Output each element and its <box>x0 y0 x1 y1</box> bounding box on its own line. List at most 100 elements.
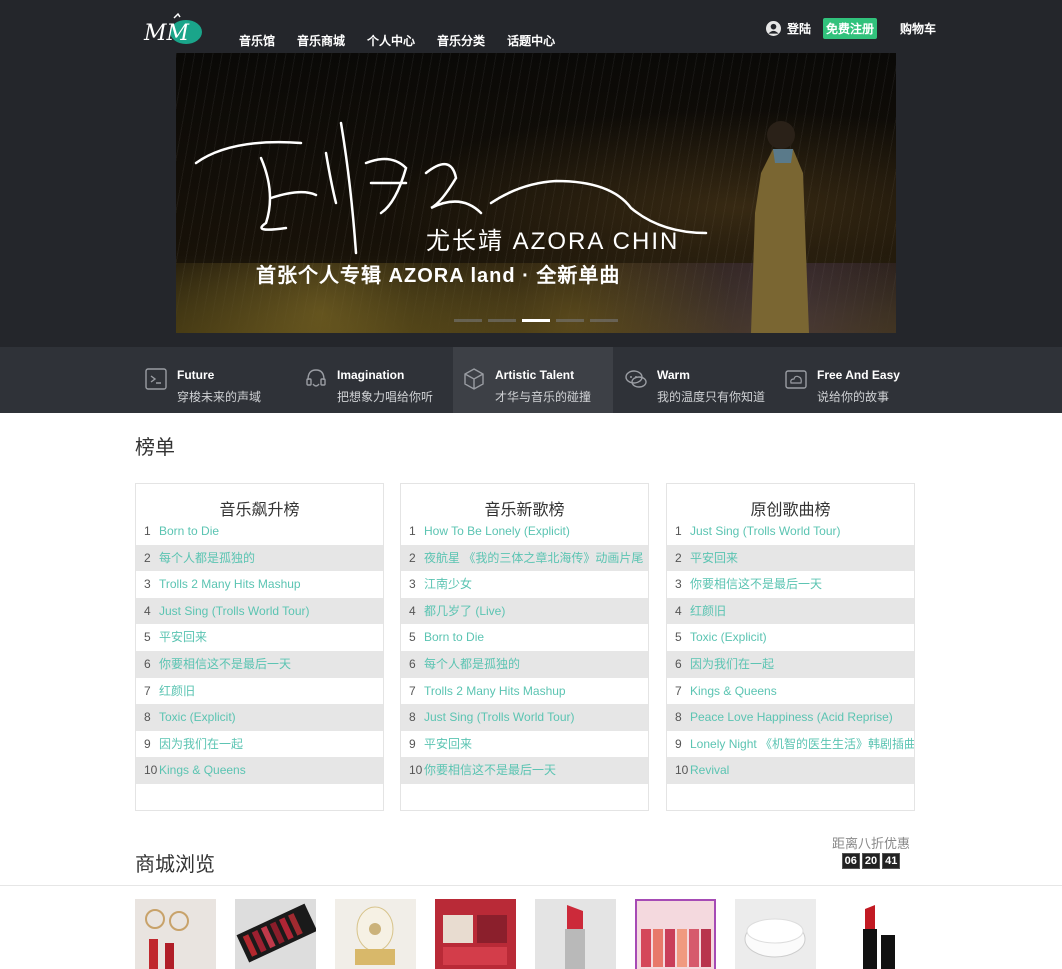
banner-carousel[interactable]: 尤长靖 AZORA CHIN 首张个人专辑 AZORA land · 全新单曲 <box>176 53 896 333</box>
rank-list-item[interactable]: 8 Toxic (Explicit) <box>136 704 383 731</box>
product-thumb-lipstick-set[interactable] <box>235 899 316 969</box>
feature-free-and-easy[interactable]: Free And Easy 说给你的故事 <box>775 347 935 413</box>
feature-future[interactable]: Future 穿梭未来的声域 <box>135 347 295 413</box>
song-link[interactable]: Just Sing (Trolls World Tour) <box>424 704 575 731</box>
rank-list-item[interactable]: 8 Peace Love Happiness (Acid Reprise) <box>667 704 914 731</box>
song-link[interactable]: 每个人都是孤独的 <box>424 651 520 678</box>
rank-list-item[interactable]: 6 因为我们在一起 <box>667 650 914 678</box>
song-link[interactable]: 江南少女 <box>424 571 472 598</box>
rank-list-item[interactable]: 3 你要相信这不是最后一天 <box>667 571 914 598</box>
song-link[interactable]: 平安回来 <box>424 731 472 758</box>
rank-list-item[interactable]: 9 因为我们在一起 <box>136 731 383 758</box>
rank-list-item[interactable]: 3 Trolls 2 Many Hits Mashup <box>136 571 383 598</box>
product-thumb-colourpop[interactable] <box>635 899 716 969</box>
feature-imagination[interactable]: Imagination 把想象力唱给你听 <box>295 347 455 413</box>
rank-list-item[interactable]: 5 Born to Die <box>401 624 648 651</box>
site-logo[interactable]: MM <box>142 12 204 48</box>
rank-list-item[interactable]: 6 每个人都是孤独的 <box>401 650 648 678</box>
rank-list-item[interactable]: 5 平安回来 <box>136 624 383 651</box>
register-button[interactable]: 免费注册 <box>823 18 878 39</box>
rank-list-item[interactable]: 10 Kings & Queens <box>136 757 383 784</box>
song-link[interactable]: 因为我们在一起 <box>690 651 774 678</box>
song-link[interactable]: Born to Die <box>159 518 219 545</box>
cube-icon <box>464 368 484 390</box>
product-thumb-white-compact[interactable] <box>735 899 816 969</box>
song-link[interactable]: Just Sing (Trolls World Tour) <box>159 598 310 625</box>
rank-list-item[interactable]: 2 夜航星 《我的三体之章北海传》动画片尾 <box>401 544 648 572</box>
rank-number: 10 <box>675 763 689 778</box>
song-link[interactable]: 平安回来 <box>690 545 738 572</box>
rank-list-item[interactable]: 9 平安回来 <box>401 731 648 758</box>
song-link[interactable]: 因为我们在一起 <box>159 731 243 758</box>
rank-number: 6 <box>675 656 682 671</box>
product-thumb-lipstick-glasses[interactable] <box>135 899 216 969</box>
song-link[interactable]: 你要相信这不是最后一天 <box>159 651 291 678</box>
song-link[interactable]: 夜航星 《我的三体之章北海传》动画片尾 <box>424 545 643 572</box>
carousel-dot[interactable] <box>556 319 584 322</box>
nav-item-music-category[interactable]: 音乐分类 <box>437 32 485 49</box>
rank-list-item[interactable]: 3 江南少女 <box>401 571 648 598</box>
song-link[interactable]: Peace Love Happiness (Acid Reprise) <box>690 704 893 731</box>
rank-list-item[interactable]: 4 都几岁了 (Live) <box>401 597 648 625</box>
carousel-dot[interactable] <box>454 319 482 322</box>
nav-item-topic-center[interactable]: 话题中心 <box>507 32 555 49</box>
rank-list-item[interactable]: 2 平安回来 <box>667 544 914 572</box>
feature-artistic-talent[interactable]: Artistic Talent 才华与音乐的碰撞 <box>453 347 613 413</box>
product-thumb-music-box[interactable] <box>335 899 416 969</box>
song-link[interactable]: Trolls 2 Many Hits Mashup <box>424 678 566 705</box>
song-link[interactable]: Kings & Queens <box>159 757 246 784</box>
rank-list-item[interactable]: 10 Revival <box>667 757 914 784</box>
song-link[interactable]: 都几岁了 (Live) <box>424 598 505 625</box>
song-link[interactable]: 红颜旧 <box>159 678 195 705</box>
product-thumb-tom-ford[interactable] <box>835 899 916 969</box>
countdown-hours: 06 <box>841 853 860 869</box>
song-link[interactable]: Toxic (Explicit) <box>690 624 767 651</box>
user-avatar-icon[interactable] <box>766 21 781 36</box>
song-link[interactable]: 每个人都是孤独的 <box>159 545 255 572</box>
song-link[interactable]: How To Be Lonely (Explicit) <box>424 518 570 545</box>
feature-subtitle: 才华与音乐的碰撞 <box>495 390 592 404</box>
feature-warm[interactable]: Warm 我的温度只有你知道 <box>615 347 775 413</box>
song-link[interactable]: 平安回来 <box>159 624 207 651</box>
rank-list-item[interactable]: 1 Born to Die <box>136 518 383 545</box>
rank-list-item[interactable]: 2 每个人都是孤独的 <box>136 544 383 572</box>
rank-list-item[interactable]: 5 Toxic (Explicit) <box>667 624 914 651</box>
song-link[interactable]: 红颜旧 <box>690 598 726 625</box>
song-link[interactable]: Kings & Queens <box>690 678 777 705</box>
cart-link[interactable]: 购物车 <box>900 20 936 37</box>
song-link[interactable]: Lonely Night 《机智的医生生活》韩剧插曲 <box>690 731 914 758</box>
rank-list-item[interactable]: 1 How To Be Lonely (Explicit) <box>401 518 648 545</box>
song-link[interactable]: Born to Die <box>424 624 484 651</box>
rank-list-item[interactable]: 7 Kings & Queens <box>667 678 914 705</box>
shop-section-title: 商城浏览 <box>135 854 215 876</box>
login-link[interactable]: 登陆 <box>787 20 811 37</box>
carousel-dot[interactable] <box>590 319 618 322</box>
rank-number: 7 <box>144 683 151 698</box>
song-link[interactable]: Revival <box>690 757 729 784</box>
product-thumb-lipstick-ad[interactable] <box>435 899 516 969</box>
carousel-dot-active[interactable] <box>522 319 550 322</box>
rank-list-item[interactable]: 8 Just Sing (Trolls World Tour) <box>401 704 648 731</box>
rank-number: 4 <box>675 603 682 618</box>
rank-list-item[interactable]: 1 Just Sing (Trolls World Tour) <box>667 518 914 545</box>
rank-list-title: 原创歌曲榜 <box>750 502 831 519</box>
rank-list-item[interactable]: 9 Lonely Night 《机智的医生生活》韩剧插曲 <box>667 731 914 758</box>
banner-artist-figure <box>751 121 809 333</box>
rank-list-item[interactable]: 6 你要相信这不是最后一天 <box>136 650 383 678</box>
song-link[interactable]: Just Sing (Trolls World Tour) <box>690 518 841 545</box>
song-link[interactable]: 你要相信这不是最后一天 <box>424 757 556 784</box>
song-link[interactable]: Trolls 2 Many Hits Mashup <box>159 571 301 598</box>
rank-list-item[interactable]: 7 红颜旧 <box>136 678 383 705</box>
rank-list-item[interactable]: 4 Just Sing (Trolls World Tour) <box>136 597 383 625</box>
product-thumb-lipstick-closeup[interactable] <box>535 899 616 969</box>
song-link[interactable]: Toxic (Explicit) <box>159 704 236 731</box>
rank-list-item[interactable]: 7 Trolls 2 Many Hits Mashup <box>401 678 648 705</box>
rank-list-item[interactable]: 4 红颜旧 <box>667 597 914 625</box>
nav-item-personal-center[interactable]: 个人中心 <box>367 32 415 49</box>
nav-item-music-hall[interactable]: 音乐馆 <box>239 32 275 49</box>
carousel-dot[interactable] <box>488 319 516 322</box>
rank-list-title: 音乐飙升榜 <box>219 502 300 519</box>
nav-item-music-store[interactable]: 音乐商城 <box>297 32 345 49</box>
rank-list-item[interactable]: 10 你要相信这不是最后一天 <box>401 757 648 784</box>
song-link[interactable]: 你要相信这不是最后一天 <box>690 571 822 598</box>
